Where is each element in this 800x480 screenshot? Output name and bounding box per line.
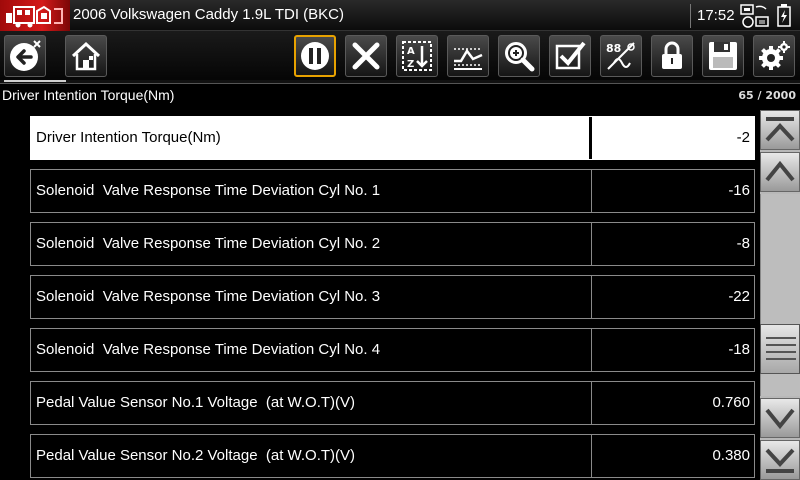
pause-icon: [301, 42, 329, 70]
toolbar: A Z 88: [0, 31, 800, 81]
clock: 17:52: [697, 7, 735, 24]
clear-button[interactable]: [345, 35, 387, 77]
scrollbar[interactable]: [760, 110, 800, 480]
parameter-name: Solenoid Valve Response Time Deviation C…: [31, 276, 592, 318]
zoom-button[interactable]: [498, 35, 540, 77]
back-arrow-icon: [10, 40, 41, 71]
grip-icon: [766, 337, 796, 360]
svg-text:A: A: [407, 46, 415, 57]
scroll-thumb[interactable]: [760, 324, 800, 374]
page-title: Driver Intention Torque(Nm): [2, 87, 175, 103]
parameter-value: 0.760: [712, 394, 750, 411]
zoom-icon: [505, 42, 535, 72]
svg-text:Z: Z: [407, 59, 414, 70]
parameter-name: Solenoid Valve Response Time Deviation C…: [31, 223, 592, 265]
parameter-name: Solenoid Valve Response Time Deviation C…: [31, 170, 592, 212]
graph-icon: [454, 48, 483, 70]
battery-icon: [777, 4, 791, 27]
parameter-name: Pedal Value Sensor No.1 Voltage (at W.O.…: [31, 382, 592, 424]
parameter-name: Driver Intention Torque(Nm): [31, 117, 592, 159]
sort-button[interactable]: A Z: [396, 35, 438, 77]
graph-button[interactable]: [447, 35, 489, 77]
scroll-top-icon: [765, 117, 795, 142]
units-icon: 88: [606, 42, 635, 70]
parameter-name: Pedal Value Sensor No.2 Voltage (at W.O.…: [31, 435, 592, 477]
data-row[interactable]: Driver Intention Torque(Nm) -2: [30, 116, 755, 160]
save-button[interactable]: [702, 35, 744, 77]
scroll-down-icon: [765, 408, 795, 430]
home-icon: [71, 41, 101, 71]
data-row[interactable]: Solenoid Valve Response Time Deviation C…: [30, 275, 755, 319]
scroll-up-icon: [765, 160, 795, 182]
vehicle-logo-icon[interactable]: [0, 0, 70, 31]
connection-status-icon: [740, 4, 769, 28]
parameter-value: -18: [728, 341, 750, 358]
pause-button[interactable]: [294, 35, 336, 77]
scroll-bottom-icon: [765, 448, 795, 473]
parameter-value: -8: [736, 235, 750, 252]
title-bar: 2006 Volkswagen Caddy 1.9L TDI (BKC) 17:…: [0, 0, 800, 31]
scroll-down-button[interactable]: [760, 398, 800, 438]
select-button[interactable]: [549, 35, 591, 77]
back-button[interactable]: [4, 35, 46, 77]
vehicle-title: 2006 Volkswagen Caddy 1.9L TDI (BKC): [73, 6, 344, 23]
units-button[interactable]: 88: [600, 35, 642, 77]
checkbox-icon: [555, 41, 586, 70]
data-row[interactable]: Solenoid Valve Response Time Deviation C…: [30, 169, 755, 213]
lock-icon: [662, 41, 682, 69]
scroll-bottom-button[interactable]: [760, 440, 800, 480]
parameter-value: -16: [728, 182, 750, 199]
scroll-top-button[interactable]: [760, 110, 800, 150]
gear-icon: [759, 41, 790, 70]
close-icon: [352, 42, 380, 70]
data-row[interactable]: Pedal Value Sensor No.2 Voltage (at W.O.…: [30, 434, 755, 478]
parameter-name: Solenoid Valve Response Time Deviation C…: [31, 329, 592, 371]
record-counter: 65 / 2000: [738, 89, 796, 102]
parameter-value: -2: [736, 129, 750, 146]
divider: [0, 83, 800, 84]
save-icon: [709, 42, 737, 70]
title-divider: [690, 4, 692, 28]
home-button[interactable]: [65, 35, 107, 77]
car-icon: [6, 5, 63, 28]
data-row[interactable]: Pedal Value Sensor No.1 Voltage (at W.O.…: [30, 381, 755, 425]
scroll-up-button[interactable]: [760, 152, 800, 192]
parameter-value: -22: [728, 288, 750, 305]
data-row[interactable]: Solenoid Valve Response Time Deviation C…: [30, 222, 755, 266]
svg-text:88: 88: [606, 42, 621, 55]
parameter-value: 0.380: [712, 447, 750, 464]
lock-button[interactable]: [651, 35, 693, 77]
settings-button[interactable]: [753, 35, 795, 77]
data-row[interactable]: Solenoid Valve Response Time Deviation C…: [30, 328, 755, 372]
sort-az-icon: A Z: [402, 41, 432, 71]
